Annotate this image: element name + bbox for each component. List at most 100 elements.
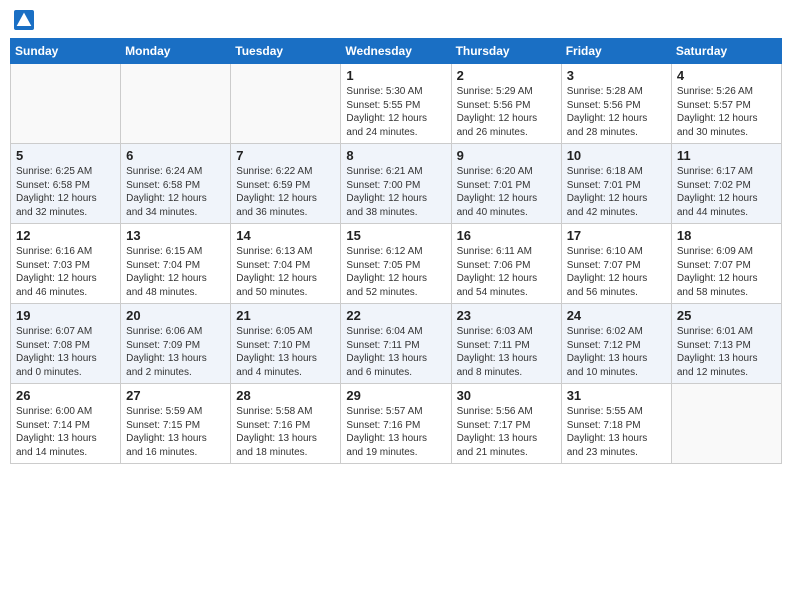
day-info: Sunrise: 5:28 AMSunset: 5:56 PMDaylight:…	[567, 85, 666, 139]
day-number: 13	[126, 228, 225, 243]
day-number: 2	[457, 68, 556, 83]
calendar-cell: 26 Sunrise: 6:00 AMSunset: 7:14 PMDayligh…	[11, 384, 121, 464]
day-number: 6	[126, 148, 225, 163]
calendar-cell: 1Sunrise: 5:30 AMSunset: 5:55 PMDaylight…	[341, 64, 451, 144]
calendar-cell: 19 Sunrise: 6:07 AMSunset: 7:08 PMDayligh…	[11, 304, 121, 384]
day-number: 16	[457, 228, 556, 243]
day-info: Sunrise: 6:01 AMSunset: 7:13 PMDaylight:…	[677, 325, 776, 379]
day-info: Sunrise: 6:11 AMSunset: 7:06 PMDaylight:…	[457, 245, 556, 299]
calendar-week-row: 12Sunrise: 6:16 AMSunset: 7:03 PMDayligh…	[11, 224, 782, 304]
day-info: Sunrise: 6:13 AMSunset: 7:04 PMDaylight:…	[236, 245, 335, 299]
day-number: 31	[567, 388, 666, 403]
calendar-cell: 8Sunrise: 6:21 AMSunset: 7:00 PMDaylight…	[341, 144, 451, 224]
calendar-cell	[11, 64, 121, 144]
day-info: Sunrise: 5:58 AMSunset: 7:16 PMDaylight:…	[236, 405, 335, 459]
day-number: 24	[567, 308, 666, 323]
calendar-week-row: 26 Sunrise: 6:00 AMSunset: 7:14 PMDayligh…	[11, 384, 782, 464]
day-number: 29	[346, 388, 445, 403]
day-number: 30	[457, 388, 556, 403]
calendar-cell: 21 Sunrise: 6:05 AMSunset: 7:10 PMDayligh…	[231, 304, 341, 384]
weekday-header-wednesday: Wednesday	[341, 39, 451, 64]
day-number: 22	[346, 308, 445, 323]
day-number: 3	[567, 68, 666, 83]
day-info: Sunrise: 6:18 AMSunset: 7:01 PMDaylight:…	[567, 165, 666, 219]
calendar-cell: 3 Sunrise: 5:28 AMSunset: 5:56 PMDaylight…	[561, 64, 671, 144]
day-info: Sunrise: 6:17 AMSunset: 7:02 PMDaylight:…	[677, 165, 776, 219]
calendar-cell: 15 Sunrise: 6:12 AMSunset: 7:05 PMDayligh…	[341, 224, 451, 304]
day-number: 15	[346, 228, 445, 243]
calendar-week-row: 1Sunrise: 5:30 AMSunset: 5:55 PMDaylight…	[11, 64, 782, 144]
calendar-cell	[231, 64, 341, 144]
day-info: Sunrise: 5:56 AMSunset: 7:17 PMDaylight:…	[457, 405, 556, 459]
day-number: 25	[677, 308, 776, 323]
day-info: Sunrise: 6:24 AMSunset: 6:58 PMDaylight:…	[126, 165, 225, 219]
day-number: 26	[16, 388, 115, 403]
calendar-cell: 17 Sunrise: 6:10 AMSunset: 7:07 PMDayligh…	[561, 224, 671, 304]
calendar-cell: 14 Sunrise: 6:13 AMSunset: 7:04 PMDayligh…	[231, 224, 341, 304]
day-number: 21	[236, 308, 335, 323]
calendar-cell: 31 Sunrise: 5:55 AMSunset: 7:18 PMDayligh…	[561, 384, 671, 464]
day-number: 7	[236, 148, 335, 163]
calendar-week-row: 5Sunrise: 6:25 AMSunset: 6:58 PMDaylight…	[11, 144, 782, 224]
day-info: Sunrise: 6:04 AMSunset: 7:11 PMDaylight:…	[346, 325, 445, 379]
page-header	[10, 10, 782, 30]
day-number: 4	[677, 68, 776, 83]
day-info: Sunrise: 6:00 AMSunset: 7:14 PMDaylight:…	[16, 405, 115, 459]
day-info: Sunrise: 5:57 AMSunset: 7:16 PMDaylight:…	[346, 405, 445, 459]
day-info: Sunrise: 6:16 AMSunset: 7:03 PMDaylight:…	[16, 245, 115, 299]
day-info: Sunrise: 5:55 AMSunset: 7:18 PMDaylight:…	[567, 405, 666, 459]
day-info: Sunrise: 6:07 AMSunset: 7:08 PMDaylight:…	[16, 325, 115, 379]
calendar-cell: 20 Sunrise: 6:06 AMSunset: 7:09 PMDayligh…	[121, 304, 231, 384]
calendar-cell: 7Sunrise: 6:22 AMSunset: 6:59 PMDaylight…	[231, 144, 341, 224]
day-number: 20	[126, 308, 225, 323]
day-info: Sunrise: 5:29 AMSunset: 5:56 PMDaylight:…	[457, 85, 556, 139]
day-number: 8	[346, 148, 445, 163]
day-info: Sunrise: 6:20 AMSunset: 7:01 PMDaylight:…	[457, 165, 556, 219]
weekday-header-saturday: Saturday	[671, 39, 781, 64]
calendar-cell: 30 Sunrise: 5:56 AMSunset: 7:17 PMDayligh…	[451, 384, 561, 464]
day-number: 9	[457, 148, 556, 163]
calendar-cell: 13 Sunrise: 6:15 AMSunset: 7:04 PMDayligh…	[121, 224, 231, 304]
day-info: Sunrise: 6:15 AMSunset: 7:04 PMDaylight:…	[126, 245, 225, 299]
calendar-cell: 27 Sunrise: 5:59 AMSunset: 7:15 PMDayligh…	[121, 384, 231, 464]
calendar-cell: 11 Sunrise: 6:17 AMSunset: 7:02 PMDayligh…	[671, 144, 781, 224]
day-number: 28	[236, 388, 335, 403]
day-info: Sunrise: 6:25 AMSunset: 6:58 PMDaylight:…	[16, 165, 115, 219]
day-number: 18	[677, 228, 776, 243]
calendar-cell: 5Sunrise: 6:25 AMSunset: 6:58 PMDaylight…	[11, 144, 121, 224]
calendar-cell	[671, 384, 781, 464]
day-number: 27	[126, 388, 225, 403]
calendar-cell: 23 Sunrise: 6:03 AMSunset: 7:11 PMDayligh…	[451, 304, 561, 384]
calendar-cell: 10 Sunrise: 6:18 AMSunset: 7:01 PMDayligh…	[561, 144, 671, 224]
calendar-cell: 6 Sunrise: 6:24 AMSunset: 6:58 PMDaylight…	[121, 144, 231, 224]
calendar-cell: 24Sunrise: 6:02 AMSunset: 7:12 PMDayligh…	[561, 304, 671, 384]
day-info: Sunrise: 6:05 AMSunset: 7:10 PMDaylight:…	[236, 325, 335, 379]
day-number: 17	[567, 228, 666, 243]
day-info: Sunrise: 6:09 AMSunset: 7:07 PMDaylight:…	[677, 245, 776, 299]
day-number: 14	[236, 228, 335, 243]
day-info: Sunrise: 5:59 AMSunset: 7:15 PMDaylight:…	[126, 405, 225, 459]
day-number: 1	[346, 68, 445, 83]
day-info: Sunrise: 6:06 AMSunset: 7:09 PMDaylight:…	[126, 325, 225, 379]
weekday-header-row: SundayMondayTuesdayWednesdayThursdayFrid…	[11, 39, 782, 64]
day-info: Sunrise: 6:03 AMSunset: 7:11 PMDaylight:…	[457, 325, 556, 379]
calendar-cell: 9 Sunrise: 6:20 AMSunset: 7:01 PMDaylight…	[451, 144, 561, 224]
calendar-cell: 2 Sunrise: 5:29 AMSunset: 5:56 PMDaylight…	[451, 64, 561, 144]
calendar-cell: 28 Sunrise: 5:58 AMSunset: 7:16 PMDayligh…	[231, 384, 341, 464]
calendar-table: SundayMondayTuesdayWednesdayThursdayFrid…	[10, 38, 782, 464]
calendar-cell: 4 Sunrise: 5:26 AMSunset: 5:57 PMDaylight…	[671, 64, 781, 144]
calendar-cell: 29 Sunrise: 5:57 AMSunset: 7:16 PMDayligh…	[341, 384, 451, 464]
day-info: Sunrise: 6:12 AMSunset: 7:05 PMDaylight:…	[346, 245, 445, 299]
calendar-cell: 16 Sunrise: 6:11 AMSunset: 7:06 PMDayligh…	[451, 224, 561, 304]
day-info: Sunrise: 5:26 AMSunset: 5:57 PMDaylight:…	[677, 85, 776, 139]
day-info: Sunrise: 6:10 AMSunset: 7:07 PMDaylight:…	[567, 245, 666, 299]
day-number: 10	[567, 148, 666, 163]
logo-icon	[14, 10, 34, 30]
calendar-cell: 25 Sunrise: 6:01 AMSunset: 7:13 PMDayligh…	[671, 304, 781, 384]
day-number: 11	[677, 148, 776, 163]
day-number: 23	[457, 308, 556, 323]
calendar-cell: 18 Sunrise: 6:09 AMSunset: 7:07 PMDayligh…	[671, 224, 781, 304]
logo	[14, 10, 36, 30]
day-number: 19	[16, 308, 115, 323]
calendar-cell: 12Sunrise: 6:16 AMSunset: 7:03 PMDayligh…	[11, 224, 121, 304]
